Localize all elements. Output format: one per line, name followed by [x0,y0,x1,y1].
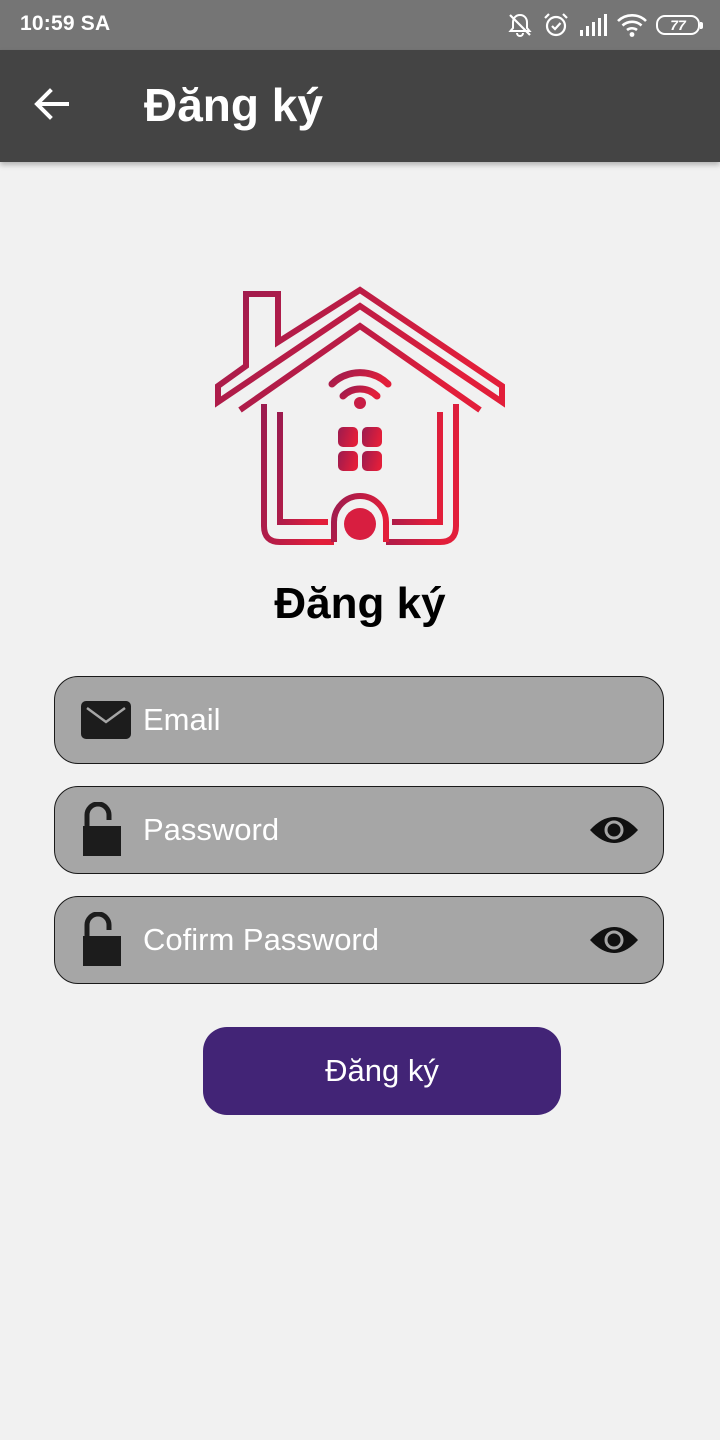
battery-icon: 77 [656,15,703,35]
password-field[interactable] [54,786,664,874]
status-icons: 77 [506,10,703,40]
signal-icon [578,12,608,38]
unlocked-padlock-icon [81,912,123,968]
alarm-icon [542,11,570,39]
register-button[interactable]: Đăng ký [203,1027,561,1115]
arrow-left-icon [33,85,71,128]
email-input[interactable] [143,677,573,763]
eye-icon[interactable] [587,810,641,850]
status-time: 10:59 SA [20,12,111,35]
app-bar: Đăng ký [0,50,720,162]
unlocked-padlock-icon [81,802,123,858]
envelope-icon [81,701,131,739]
password-input[interactable] [143,787,573,873]
mute-icon [506,11,534,39]
email-field[interactable] [54,676,664,764]
status-bar: 10:59 SA 77 [0,0,720,50]
back-button[interactable] [22,76,82,136]
confirm-password-input[interactable] [143,897,573,983]
page-heading: Đăng ký [274,579,446,628]
confirm-password-field[interactable] [54,896,664,984]
eye-icon[interactable] [587,920,641,960]
app-bar-title: Đăng ký [144,79,323,131]
smart-home-icon [210,282,510,552]
wifi-icon [616,12,648,38]
